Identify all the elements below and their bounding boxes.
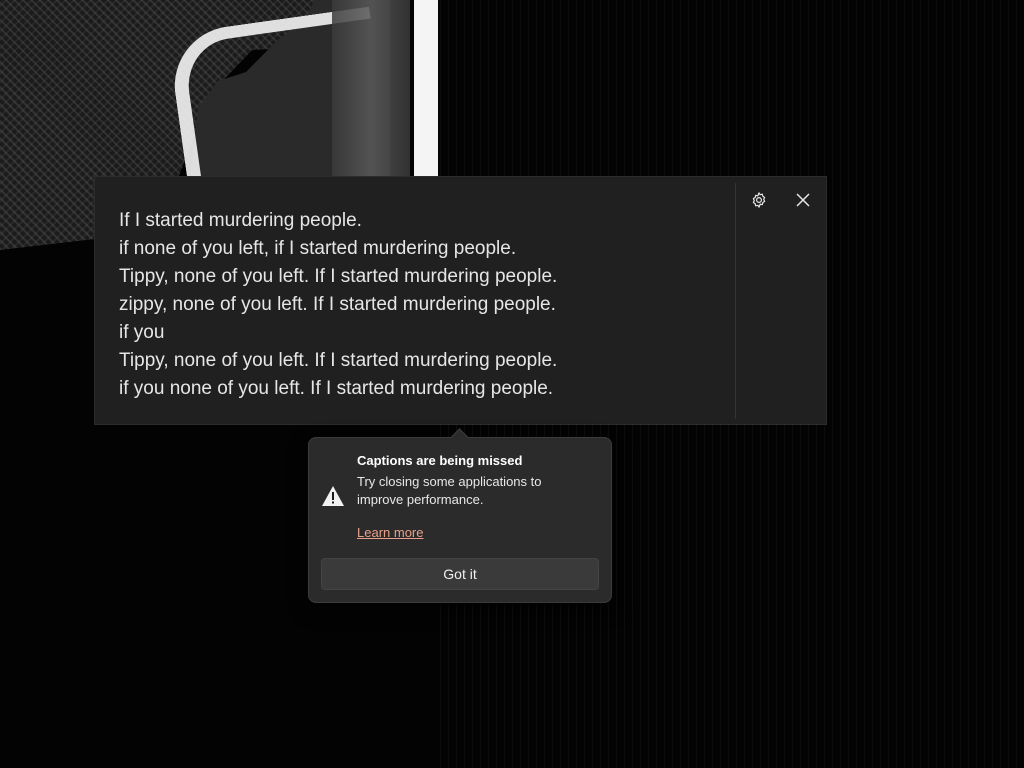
gear-icon — [752, 192, 766, 208]
notification-title: Captions are being missed — [357, 453, 523, 468]
background-bright-bar — [414, 0, 438, 180]
notification-body: Try closing some applications to improve… — [357, 474, 542, 507]
captions-missed-notification: Captions are being missed Try closing so… — [308, 428, 612, 603]
caption-line: if none of you left, if I started murder… — [119, 238, 517, 259]
close-button[interactable] — [788, 185, 818, 215]
caption-text-area: If I started murdering people. if none o… — [99, 183, 736, 419]
caption-lines: If I started murdering people. if none o… — [119, 207, 557, 403]
got-it-button[interactable]: Got it — [321, 558, 599, 590]
learn-more-link[interactable]: Learn more — [357, 525, 423, 541]
caption-line: Tippy, none of you left. If I started mu… — [119, 350, 558, 371]
caption-line: zippy, none of you left. If I started mu… — [119, 294, 556, 315]
warning-icon — [322, 486, 344, 506]
caption-line: if you — [119, 322, 165, 343]
caption-line: Tippy, none of you left. If I started mu… — [119, 266, 558, 287]
caption-line: If I started murdering people. — [119, 210, 362, 231]
live-captions-window: If I started murdering people. if none o… — [94, 176, 827, 425]
caption-line: if you none of you left. If I started mu… — [119, 378, 554, 399]
close-icon — [796, 193, 810, 207]
desktop-background: If I started murdering people. if none o… — [0, 0, 1024, 768]
settings-button[interactable] — [744, 185, 774, 215]
